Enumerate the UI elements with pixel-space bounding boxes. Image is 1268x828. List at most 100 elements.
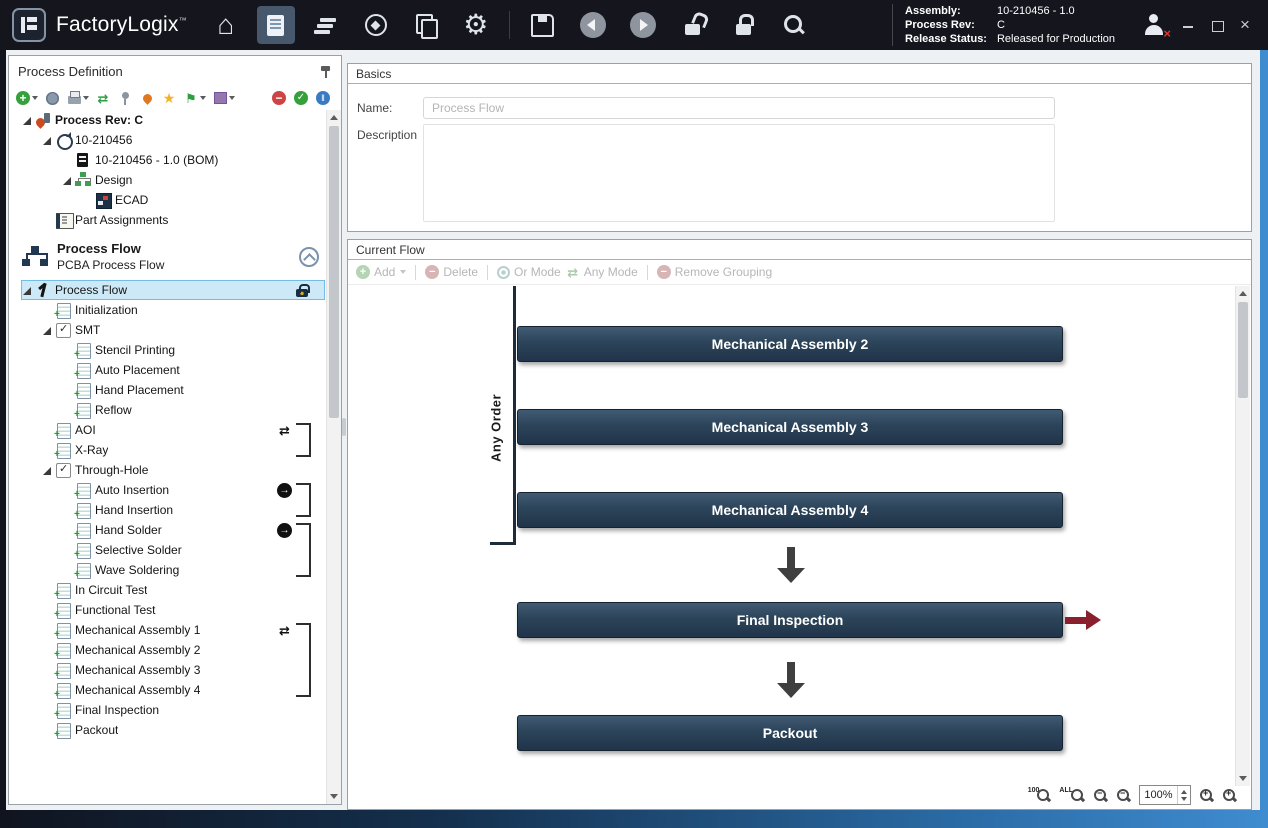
dropdown-caret-icon[interactable] [200, 96, 206, 100]
toolbar-button[interactable] [161, 90, 177, 106]
zoom-all-button[interactable]: ALL [1059, 788, 1085, 803]
expander-icon[interactable] [41, 304, 54, 317]
expander-icon[interactable] [61, 484, 74, 497]
toolbar-button[interactable] [674, 6, 712, 44]
expander-icon[interactable] [41, 464, 54, 477]
tree-item[interactable]: Mechanical Assembly 2 [21, 640, 325, 660]
delete-button[interactable]: Delete [425, 265, 478, 279]
zoom-out-button[interactable] [1116, 788, 1131, 803]
tree-item[interactable]: Packout [21, 720, 325, 740]
flow-node[interactable]: Mechanical Assembly 2 [517, 326, 1063, 362]
tree-item[interactable]: X-Ray [21, 440, 325, 460]
tree-item[interactable]: In Circuit Test [21, 580, 325, 600]
tree-item[interactable]: Process Rev: C [21, 110, 325, 130]
expander-icon[interactable] [41, 134, 54, 147]
close-button[interactable] [1239, 18, 1254, 33]
expander-icon[interactable] [61, 544, 74, 557]
tree-item[interactable]: Mechanical Assembly 1 [21, 620, 325, 640]
panel-splitter[interactable] [342, 418, 346, 436]
zoom-in-button[interactable] [1199, 788, 1214, 803]
scroll-down-icon[interactable] [330, 794, 338, 799]
tree-item[interactable]: Auto Placement [21, 360, 325, 380]
tree-item[interactable]: Wave Soldering [21, 560, 325, 580]
expander-icon[interactable] [61, 344, 74, 357]
toolbar-button[interactable] [95, 90, 111, 106]
toolbar-button[interactable] [212, 90, 235, 106]
tree-item[interactable]: Process Flow [21, 280, 325, 300]
expander-icon[interactable] [21, 114, 34, 127]
tree-item[interactable]: Selective Solder [21, 540, 325, 560]
dropdown-caret-icon[interactable] [229, 96, 235, 100]
flow-canvas[interactable]: Any Order Mechanical Assembly 2 Mechanic… [349, 286, 1250, 786]
tree-item[interactable]: Reflow [21, 400, 325, 420]
expander-icon[interactable] [41, 624, 54, 637]
toolbar-button[interactable] [66, 90, 89, 106]
toolbar-button[interactable] [724, 6, 762, 44]
scroll-down-icon[interactable] [1239, 776, 1247, 781]
tree-item[interactable]: Stencil Printing [21, 340, 325, 360]
or-mode-button[interactable]: Or Mode [497, 265, 561, 279]
tree-item[interactable]: Hand Solder [21, 520, 325, 540]
tree-item[interactable]: Part Assignments [21, 210, 325, 230]
flow-node[interactable]: Mechanical Assembly 3 [517, 409, 1063, 445]
tree-item[interactable]: 10-210456 [21, 130, 325, 150]
toolbar-button[interactable] [271, 90, 287, 106]
scroll-up-icon[interactable] [1239, 291, 1247, 296]
dropdown-caret-icon[interactable] [83, 96, 89, 100]
dropdown-caret-icon[interactable] [32, 96, 38, 100]
minimize-button[interactable] [1181, 18, 1196, 33]
scroll-thumb[interactable] [1238, 302, 1248, 398]
process-flow-section-header[interactable]: Process Flow PCBA Process Flow [9, 230, 341, 280]
maximize-button[interactable] [1210, 18, 1225, 33]
toolbar-button[interactable] [293, 90, 309, 106]
expander-icon[interactable] [61, 154, 74, 167]
tree-item[interactable]: Auto Insertion [21, 480, 325, 500]
tree-item[interactable]: Hand Placement [21, 380, 325, 400]
name-input[interactable] [423, 97, 1055, 119]
expander-icon[interactable] [41, 444, 54, 457]
toolbar-button[interactable] [207, 6, 245, 44]
tree-item[interactable]: Design [21, 170, 325, 190]
toolbar-button[interactable] [315, 90, 331, 106]
toolbar-button[interactable] [117, 90, 133, 106]
user-session-button[interactable] [1141, 13, 1167, 37]
flow-node-final-inspection[interactable]: Final Inspection [517, 602, 1063, 638]
toolbar-button[interactable] [457, 6, 495, 44]
zoom-out-minor-button[interactable] [1093, 788, 1108, 803]
tree-item[interactable]: Final Inspection [21, 700, 325, 720]
tree-item[interactable]: SMT [21, 320, 325, 340]
tree-scrollbar[interactable] [326, 110, 341, 804]
any-mode-button[interactable]: Any Mode [566, 265, 638, 279]
add-button[interactable]: Add [356, 265, 406, 279]
expander-icon[interactable] [41, 324, 54, 337]
flow-node[interactable]: Mechanical Assembly 4 [517, 492, 1063, 528]
expander-icon[interactable] [61, 174, 74, 187]
expander-icon[interactable] [61, 384, 74, 397]
expander-icon[interactable] [41, 704, 54, 717]
expander-icon[interactable] [61, 524, 74, 537]
toolbar-button[interactable] [183, 90, 206, 106]
expander-icon[interactable] [21, 284, 34, 297]
toolbar-button[interactable] [524, 6, 562, 44]
zoom-level-field[interactable]: 100% [1139, 785, 1191, 805]
tree-item[interactable]: Mechanical Assembly 4 [21, 680, 325, 700]
toolbar-button[interactable] [624, 6, 662, 44]
zoom-fit-button[interactable] [1222, 788, 1237, 803]
expander-icon[interactable] [61, 504, 74, 517]
expander-icon[interactable] [81, 194, 94, 207]
expander-icon[interactable] [41, 214, 54, 227]
tree-item[interactable]: 10-210456 - 1.0 (BOM) [21, 150, 325, 170]
tree-item[interactable]: Functional Test [21, 600, 325, 620]
scroll-up-icon[interactable] [330, 115, 338, 120]
tree-item[interactable]: ECAD [21, 190, 325, 210]
expander-icon[interactable] [41, 664, 54, 677]
description-input[interactable] [423, 124, 1055, 222]
scroll-thumb[interactable] [329, 126, 339, 418]
remove-grouping-button[interactable]: Remove Grouping [657, 265, 772, 279]
canvas-scrollbar[interactable] [1235, 286, 1250, 786]
toolbar-button[interactable] [407, 6, 445, 44]
tree-item[interactable]: Mechanical Assembly 3 [21, 660, 325, 680]
toolbar-button[interactable] [774, 6, 812, 44]
zoom-spinner[interactable] [1177, 786, 1190, 804]
tree-item[interactable]: Initialization [21, 300, 325, 320]
